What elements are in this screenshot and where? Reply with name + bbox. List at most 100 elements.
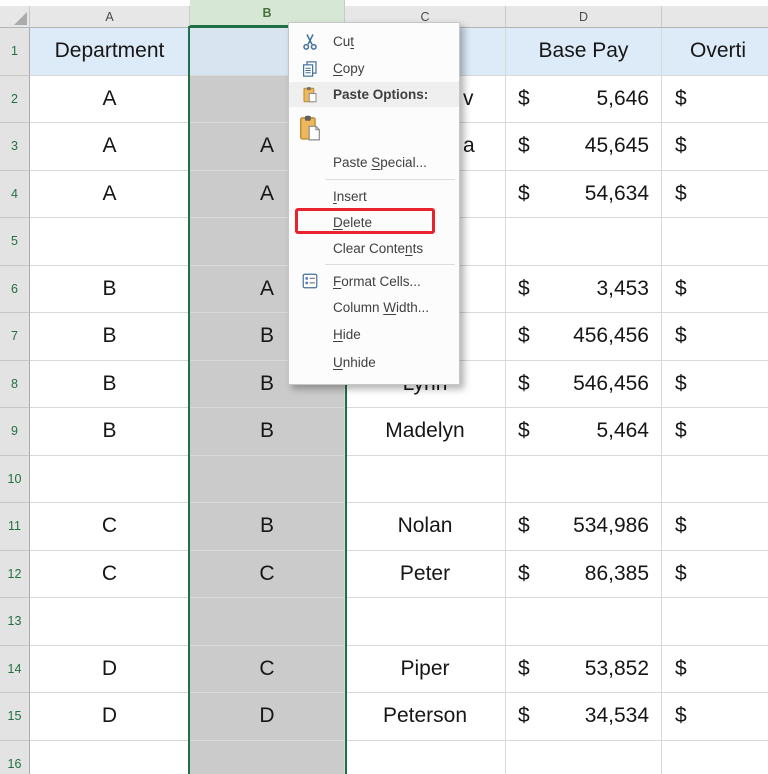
cell-E11[interactable]: $ [662,503,768,551]
cell-A9[interactable]: B [30,408,190,456]
cell-C12[interactable]: Peter [345,551,506,599]
cell-E8[interactable]: $ [662,361,768,409]
cell-A7[interactable]: B [30,313,190,361]
cell-C14[interactable]: Piper [345,646,506,694]
row-header-14[interactable]: 14 [0,646,30,694]
cell-D7[interactable]: $456,456 [506,313,662,361]
cell-D8[interactable]: $546,456 [506,361,662,409]
cell-B11[interactable]: B [190,503,345,551]
cell-C11[interactable]: Nolan [345,503,506,551]
menu-label-pre: Cu [333,34,350,49]
cell-D16[interactable] [506,741,662,774]
cell-D14[interactable]: $53,852 [506,646,662,694]
cell-B14[interactable]: C [190,646,345,694]
menu-item-copy[interactable]: Copy [289,55,459,82]
menu-item-format-cells[interactable]: Format Cells... [289,268,459,294]
row-header-10[interactable]: 10 [0,456,30,504]
cell-E12[interactable]: $ [662,551,768,599]
cell-E4[interactable]: $ [662,171,768,219]
menu-item-insert[interactable]: Insert [289,183,459,209]
menu-label-key: H [333,327,343,342]
cell-E3[interactable]: $ [662,123,768,171]
row-header-8[interactable]: 8 [0,361,30,409]
cell-D1[interactable]: Base Pay [506,28,662,76]
row-header-13[interactable]: 13 [0,598,30,646]
cell-E13[interactable] [662,598,768,646]
cell-A5[interactable] [30,218,190,266]
row-header-6[interactable]: 6 [0,266,30,314]
cell-D2[interactable]: $5,646 [506,76,662,124]
cell-C16[interactable] [345,741,506,774]
menu-item-clear-contents[interactable]: Clear Contents [289,235,459,261]
cell-A13[interactable] [30,598,190,646]
cell-C13[interactable] [345,598,506,646]
row-header-2[interactable]: 2 [0,76,30,124]
cell-E2[interactable]: $ [662,76,768,124]
cell-E1[interactable]: Overti [662,28,768,76]
row-header-5[interactable]: 5 [0,218,30,266]
row-header-15[interactable]: 15 [0,693,30,741]
cell-D13[interactable] [506,598,662,646]
cell-D11[interactable]: $534,986 [506,503,662,551]
menu-item-hide[interactable]: Hide [289,320,459,348]
menu-item-label: Column Width... [333,300,429,315]
row-header-16[interactable]: 16 [0,741,30,774]
cell-D3[interactable]: $45,645 [506,123,662,171]
cell-A1[interactable]: Department [30,28,190,76]
cell-D12[interactable]: $86,385 [506,551,662,599]
cell-E7[interactable]: $ [662,313,768,361]
menu-item-paste-special[interactable]: Paste Special... [289,149,459,176]
cell-B15[interactable]: D [190,693,345,741]
cell-B13[interactable] [190,598,345,646]
menu-label-pre: Clear Conte [333,241,405,256]
cell-E9[interactable]: $ [662,408,768,456]
row-header-9[interactable]: 9 [0,408,30,456]
cell-D5[interactable] [506,218,662,266]
cell-D9[interactable]: $5,464 [506,408,662,456]
cell-E5[interactable] [662,218,768,266]
cell-E15[interactable]: $ [662,693,768,741]
cell-A14[interactable]: D [30,646,190,694]
column-header-e[interactable] [662,6,768,28]
cell-D15[interactable]: $34,534 [506,693,662,741]
cell-A11[interactable]: C [30,503,190,551]
menu-item-delete[interactable]: Delete [289,209,459,235]
row-header-7[interactable]: 7 [0,313,30,361]
menu-item-cut[interactable]: Cut [289,28,459,55]
cell-A4[interactable]: A [30,171,190,219]
cell-E14[interactable]: $ [662,646,768,694]
row-header-12[interactable]: 12 [0,551,30,599]
cell-C15[interactable]: Peterson [345,693,506,741]
cell-C9[interactable]: Madelyn [345,408,506,456]
menu-item-column-width[interactable]: Column Width... [289,294,459,320]
cell-A10[interactable] [30,456,190,504]
cell-E16[interactable] [662,741,768,774]
menu-label-post: ts [413,241,424,256]
cell-D4[interactable]: $54,634 [506,171,662,219]
cell-A8[interactable]: B [30,361,190,409]
cell-E10[interactable] [662,456,768,504]
cell-B10[interactable] [190,456,345,504]
cell-A6[interactable]: B [30,266,190,314]
row-header-4[interactable]: 4 [0,171,30,219]
menu-item-unhide[interactable]: Unhide [289,348,459,376]
row-header-3[interactable]: 3 [0,123,30,171]
row-header-1[interactable]: 1 [0,28,30,76]
cell-A15[interactable]: D [30,693,190,741]
cell-D6[interactable]: $3,453 [506,266,662,314]
column-header-d[interactable]: D [506,6,662,28]
cell-E6[interactable]: $ [662,266,768,314]
cell-B16[interactable] [190,741,345,774]
cell-A12[interactable]: C [30,551,190,599]
cell-A3[interactable]: A [30,123,190,171]
select-all-corner[interactable] [0,6,30,28]
cell-B9[interactable]: B [190,408,345,456]
cell-A2[interactable]: A [30,76,190,124]
column-header-a[interactable]: A [30,6,190,28]
cell-A16[interactable] [30,741,190,774]
cell-C10[interactable] [345,456,506,504]
row-header-11[interactable]: 11 [0,503,30,551]
cell-D10[interactable] [506,456,662,504]
cell-B12[interactable]: C [190,551,345,599]
menu-item-paste-button[interactable] [289,107,459,149]
